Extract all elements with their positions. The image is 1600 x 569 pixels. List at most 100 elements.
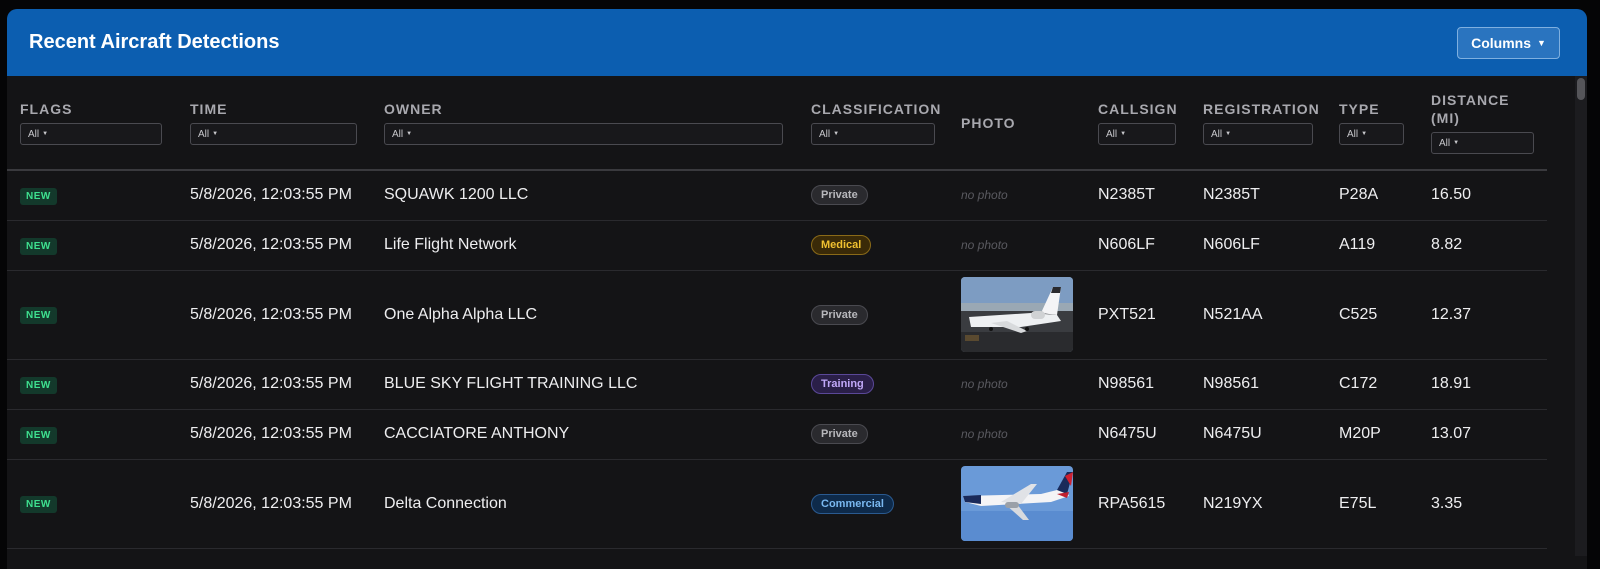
column-header-owner[interactable]: OWNER All ▼ bbox=[371, 76, 798, 171]
columns-button[interactable]: Columns ▼ bbox=[1457, 26, 1560, 59]
cell-time: 5/8/2026, 12:03:55 PM bbox=[177, 409, 371, 460]
callsign-value: N6475U bbox=[1098, 425, 1157, 442]
table-row[interactable]: NEW 5/8/2026, 12:03:55 PM CACCIATORE ANTHO… bbox=[7, 409, 1547, 460]
owner-value: One Alpha Alpha LLC bbox=[384, 305, 538, 323]
aircraft-photo[interactable] bbox=[961, 466, 1073, 541]
table-row[interactable]: NEW 5/8/2026, 12:03:55 PM SQUAWK 1200 LLC P… bbox=[7, 170, 1547, 221]
callsign-value: RPA5615 bbox=[1098, 494, 1166, 512]
filter-value: All bbox=[1106, 128, 1118, 140]
cell-photo: no photo bbox=[948, 359, 1085, 410]
filter-registration[interactable]: All ▼ bbox=[1203, 123, 1313, 145]
detections-table: FLAGS All ▼ TIME All ▼ OWNER All ▼ CLASSIFICATION… bbox=[7, 76, 1547, 549]
filter-value: All bbox=[198, 128, 210, 140]
cell-registration: N98561 bbox=[1190, 359, 1326, 410]
panel-title: Recent Aircraft Detections bbox=[29, 31, 280, 53]
time-value: 5/8/2026, 12:03:55 PM bbox=[190, 236, 352, 253]
cell-owner: Delta Connection bbox=[371, 459, 798, 549]
column-label-distance: DISTANCE (MI) bbox=[1431, 92, 1510, 126]
column-header-type[interactable]: TYPE All ▼ bbox=[1326, 76, 1418, 171]
cell-photo: no photo bbox=[948, 170, 1085, 221]
cell-type: P28A bbox=[1326, 170, 1418, 221]
caret-down-icon: ▼ bbox=[212, 131, 219, 137]
filter-owner[interactable]: All ▼ bbox=[384, 123, 783, 145]
caret-down-icon: ▼ bbox=[1225, 131, 1232, 137]
owner-value: SQUAWK 1200 LLC bbox=[384, 186, 529, 204]
table-row[interactable]: NEW 5/8/2026, 12:03:55 PM Delta Connection… bbox=[7, 459, 1547, 549]
column-header-registration[interactable]: REGISTRATION All ▼ bbox=[1190, 76, 1326, 171]
cell-photo bbox=[948, 459, 1085, 549]
caret-down-icon: ▼ bbox=[1361, 131, 1368, 137]
columns-button-label: Columns bbox=[1471, 34, 1531, 51]
new-flag-badge: NEW bbox=[20, 496, 57, 513]
cell-registration: N2385T bbox=[1190, 170, 1326, 221]
distance-value: 8.82 bbox=[1431, 236, 1463, 253]
filter-type[interactable]: All ▼ bbox=[1339, 123, 1404, 145]
column-header-photo[interactable]: PHOTO bbox=[948, 76, 1085, 171]
column-header-time[interactable]: TIME All ▼ bbox=[177, 76, 371, 171]
cell-time: 5/8/2026, 12:03:55 PM bbox=[177, 170, 371, 221]
no-photo-text: no photo bbox=[961, 188, 1008, 203]
table-header-row: FLAGS All ▼ TIME All ▼ OWNER All ▼ CLASSIFICATION… bbox=[7, 76, 1547, 171]
filter-callsign[interactable]: All ▼ bbox=[1098, 123, 1176, 145]
filter-value: All bbox=[1439, 137, 1451, 149]
filter-flags[interactable]: All ▼ bbox=[20, 123, 162, 145]
cell-flags: NEW bbox=[7, 220, 177, 271]
filter-time[interactable]: All ▼ bbox=[190, 123, 357, 145]
column-label-type: TYPE bbox=[1339, 101, 1380, 117]
column-header-classification[interactable]: CLASSIFICATION All ▼ bbox=[798, 76, 948, 171]
owner-value: BLUE SKY FLIGHT TRAINING LLC bbox=[384, 375, 638, 392]
table-body: NEW 5/8/2026, 12:03:55 PM SQUAWK 1200 LLC P… bbox=[7, 170, 1547, 549]
cell-time: 5/8/2026, 12:03:55 PM bbox=[177, 359, 371, 410]
distance-value: 3.35 bbox=[1431, 494, 1463, 512]
distance-value: 13.07 bbox=[1431, 425, 1472, 442]
table-row[interactable]: NEW 5/8/2026, 12:03:55 PM Life Flight Netw… bbox=[7, 220, 1547, 271]
callsign-value: N606LF bbox=[1098, 236, 1155, 253]
callsign-value: PXT521 bbox=[1098, 305, 1156, 323]
classification-badge: Training bbox=[811, 374, 874, 394]
cell-registration: N219YX bbox=[1190, 459, 1326, 549]
time-value: 5/8/2026, 12:03:55 PM bbox=[190, 375, 352, 392]
classification-badge: Private bbox=[811, 424, 868, 444]
cell-distance: 13.07 bbox=[1418, 409, 1547, 460]
cell-flags: NEW bbox=[7, 359, 177, 410]
cell-distance: 3.35 bbox=[1418, 459, 1547, 549]
cell-time: 5/8/2026, 12:03:55 PM bbox=[177, 459, 371, 549]
type-value: E75L bbox=[1339, 494, 1377, 512]
no-photo-text: no photo bbox=[961, 427, 1008, 441]
time-value: 5/8/2026, 12:03:55 PM bbox=[190, 494, 352, 512]
type-value: P28A bbox=[1339, 186, 1379, 204]
column-header-flags[interactable]: FLAGS All ▼ bbox=[7, 76, 177, 171]
registration-value: N6475U bbox=[1203, 425, 1262, 442]
cell-callsign: RPA5615 bbox=[1085, 459, 1190, 549]
vertical-scrollbar[interactable] bbox=[1575, 76, 1587, 556]
column-header-callsign[interactable]: CALLSIGN All ▼ bbox=[1085, 76, 1190, 171]
cell-distance: 12.37 bbox=[1418, 270, 1547, 360]
cell-type: C172 bbox=[1326, 359, 1418, 410]
cell-classification: Training bbox=[798, 359, 948, 410]
caret-down-icon: ▼ bbox=[1453, 140, 1460, 146]
callsign-value: N98561 bbox=[1098, 375, 1155, 392]
caret-down-icon: ▼ bbox=[1536, 37, 1546, 48]
time-value: 5/8/2026, 12:03:55 PM bbox=[190, 186, 352, 204]
column-header-distance[interactable]: DISTANCE (MI) All ▼ bbox=[1418, 76, 1547, 171]
owner-value: Delta Connection bbox=[384, 494, 507, 512]
registration-value: N2385T bbox=[1203, 186, 1260, 204]
scrollbar-thumb[interactable] bbox=[1577, 78, 1585, 100]
type-value: M20P bbox=[1339, 425, 1381, 442]
registration-value: N606LF bbox=[1203, 236, 1260, 253]
filter-value: All bbox=[819, 128, 831, 140]
registration-value: N219YX bbox=[1203, 494, 1263, 512]
filter-classification[interactable]: All ▼ bbox=[811, 123, 935, 145]
distance-value: 16.50 bbox=[1431, 186, 1472, 204]
callsign-value: N2385T bbox=[1098, 186, 1155, 204]
filter-distance[interactable]: All ▼ bbox=[1431, 132, 1534, 154]
cell-callsign: PXT521 bbox=[1085, 270, 1190, 360]
table-row[interactable]: NEW 5/8/2026, 12:03:55 PM BLUE SKY FLIGHT … bbox=[7, 359, 1547, 410]
cell-distance: 8.82 bbox=[1418, 220, 1547, 271]
column-label-owner: OWNER bbox=[384, 101, 443, 117]
table-row[interactable]: NEW 5/8/2026, 12:03:55 PM One Alpha Alpha … bbox=[7, 270, 1547, 360]
registration-value: N98561 bbox=[1203, 375, 1260, 392]
cell-callsign: N6475U bbox=[1085, 409, 1190, 460]
aircraft-photo[interactable] bbox=[961, 277, 1073, 352]
cell-callsign: N2385T bbox=[1085, 170, 1190, 221]
